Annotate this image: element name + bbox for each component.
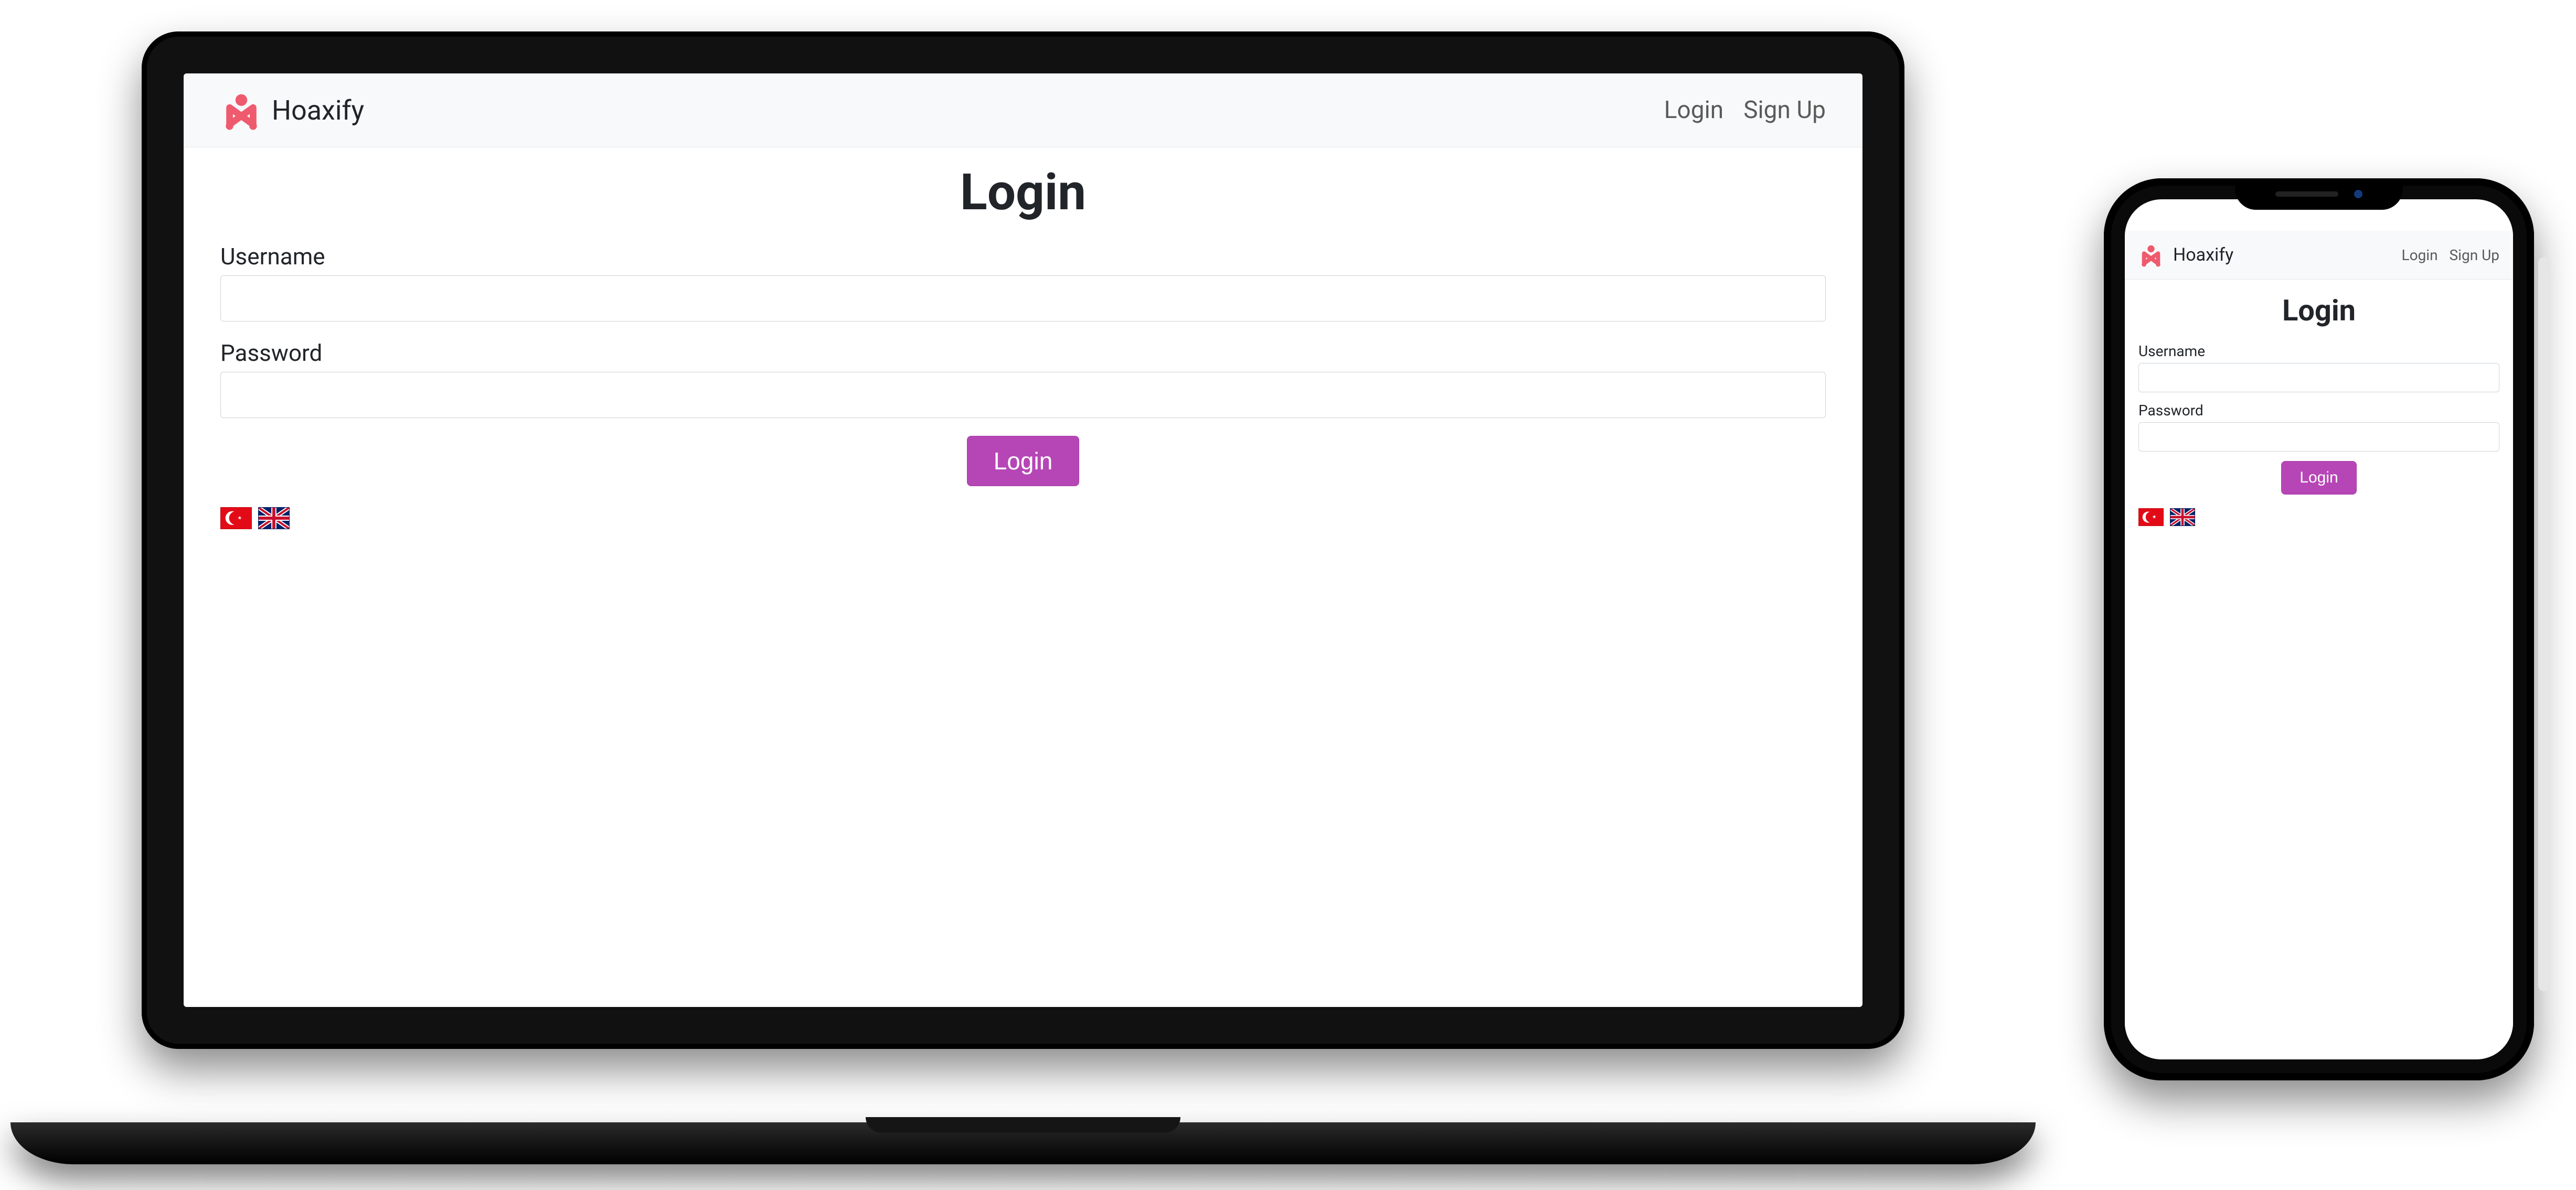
brand-logo-icon [220, 89, 262, 131]
login-page: Login Username Password Login ★ [2125, 280, 2513, 1059]
flag-tr-icon[interactable]: ★ [220, 507, 252, 529]
brand-link[interactable]: Hoaxify [220, 89, 364, 131]
flag-tr-icon[interactable]: ★ [2138, 508, 2164, 526]
language-selector: ★ [2138, 508, 2499, 526]
username-label: Username [2138, 342, 2499, 360]
username-input[interactable] [220, 275, 1826, 321]
password-input[interactable] [2138, 422, 2499, 452]
nav-signup-link[interactable]: Sign Up [1743, 96, 1826, 124]
nav-signup-link[interactable]: Sign Up [2450, 246, 2499, 264]
page-title: Login [220, 163, 1826, 222]
phone-screen: Hoaxify Login Sign Up Login Username Pas… [2125, 199, 2513, 1059]
password-label: Password [220, 339, 1826, 367]
password-label: Password [2138, 402, 2499, 419]
brand-logo-icon [2138, 242, 2164, 267]
password-input[interactable] [220, 372, 1826, 418]
phone-speaker-icon [2275, 191, 2338, 197]
username-group: Username [220, 243, 1826, 321]
app-mobile: Hoaxify Login Sign Up Login Username Pas… [2125, 199, 2513, 1059]
nav-login-link[interactable]: Login [2402, 246, 2438, 264]
app-desktop: Hoaxify Login Sign Up Login Username Pas… [184, 73, 1862, 1007]
laptop-lid: Hoaxify Login Sign Up Login Username Pas… [142, 31, 1904, 1049]
phone-notch [2235, 178, 2403, 210]
phone-device: Hoaxify Login Sign Up Login Username Pas… [2104, 178, 2534, 1080]
login-button[interactable]: Login [2281, 461, 2356, 495]
password-group: Password [2138, 402, 2499, 452]
password-group: Password [220, 339, 1826, 418]
laptop-hinge-notch [866, 1117, 1180, 1133]
nav-links: Login Sign Up [2402, 246, 2500, 264]
language-selector: ★ [220, 507, 1826, 529]
flag-uk-icon[interactable] [2170, 508, 2195, 526]
username-label: Username [220, 243, 1826, 270]
navbar: Hoaxify Login Sign Up [184, 73, 1862, 147]
brand-name: Hoaxify [2173, 244, 2233, 265]
nav-links: Login Sign Up [1664, 96, 1826, 124]
nav-login-link[interactable]: Login [1664, 96, 1723, 124]
username-group: Username [2138, 342, 2499, 392]
login-page: Login Username Password Login ★ [184, 147, 1862, 1007]
phone-scrollbar[interactable] [2538, 257, 2550, 991]
laptop-device: Hoaxify Login Sign Up Login Username Pas… [10, 31, 2036, 1164]
brand-name: Hoaxify [272, 94, 364, 126]
laptop-screen: Hoaxify Login Sign Up Login Username Pas… [184, 73, 1862, 1007]
page-title: Login [2138, 293, 2499, 328]
laptop-base [10, 1122, 2036, 1164]
login-button[interactable]: Login [967, 436, 1080, 486]
brand-link[interactable]: Hoaxify [2138, 242, 2233, 267]
username-input[interactable] [2138, 363, 2499, 392]
phone-camera-icon [2354, 190, 2362, 198]
navbar: Hoaxify Login Sign Up [2125, 231, 2513, 280]
flag-uk-icon[interactable] [258, 507, 290, 529]
